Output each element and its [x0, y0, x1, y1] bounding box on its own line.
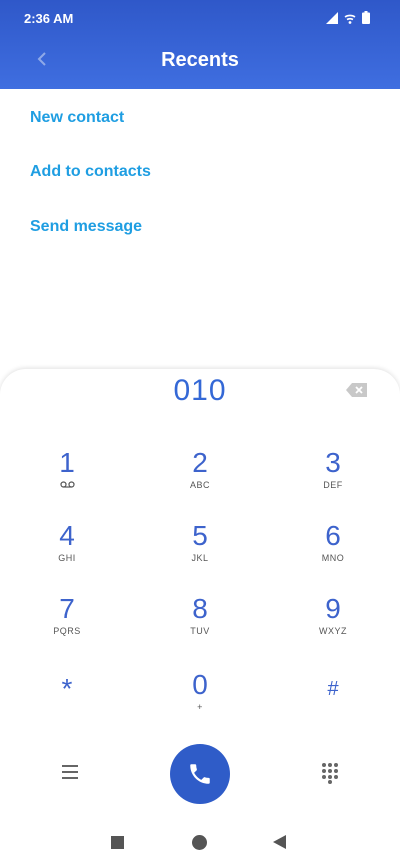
status-time: 2:36 AM — [24, 11, 74, 26]
key-digit: 2 — [192, 447, 208, 478]
key-digit: 5 — [192, 520, 208, 551]
dialed-number: 010 — [173, 374, 227, 407]
key-letters: TUV — [190, 626, 210, 636]
key-3[interactable]: 3 DEF — [283, 448, 383, 508]
key-9[interactable]: 9 WXYZ — [283, 594, 383, 654]
backspace-button[interactable] — [345, 382, 369, 398]
add-to-contacts-action[interactable]: Add to contacts — [30, 163, 151, 181]
key-4[interactable]: 4 GHI — [17, 521, 117, 581]
key-7[interactable]: 7 PQRS — [17, 594, 117, 654]
key-letters: WXYZ — [319, 626, 347, 636]
key-letters — [17, 480, 117, 490]
status-bar: 2:36 AM — [0, 0, 400, 36]
triangle-back-icon[interactable] — [273, 835, 286, 849]
cellular-signal-icon — [326, 12, 338, 24]
menu-button[interactable] — [58, 762, 82, 782]
key-letters: GHI — [58, 553, 76, 563]
send-message-action[interactable]: Send message — [30, 218, 142, 236]
circle-home-icon[interactable] — [192, 835, 207, 850]
key-5[interactable]: 5 JKL — [150, 521, 250, 581]
square-recents-icon[interactable] — [111, 836, 124, 849]
dialpad-grid-icon — [322, 763, 338, 784]
key-2[interactable]: 2 ABC — [150, 448, 250, 508]
key-digit: 9 — [325, 593, 341, 624]
key-digit: 8 — [192, 593, 208, 624]
wifi-icon — [344, 14, 356, 24]
key-digit: 1 — [59, 447, 75, 478]
key-6[interactable]: 6 MNO — [283, 521, 383, 581]
new-contact-action[interactable]: New contact — [30, 109, 124, 127]
key-star[interactable]: * — [17, 674, 117, 734]
key-letters: JKL — [191, 553, 209, 563]
key-1[interactable]: 1 — [17, 448, 117, 508]
key-digit: # — [327, 678, 339, 700]
key-digit: 3 — [325, 447, 341, 478]
phone-icon — [190, 764, 210, 784]
page-title: Recents — [161, 49, 239, 71]
dialpad-toggle-button[interactable] — [318, 762, 342, 784]
status-icons — [326, 11, 370, 24]
voicemail-icon — [59, 481, 75, 488]
key-letters: ABC — [189, 480, 210, 490]
battery-icon — [362, 11, 370, 24]
key-digit: 0 — [192, 669, 208, 700]
key-letters: PQRS — [53, 626, 81, 636]
key-letters: DEF — [323, 480, 343, 490]
key-digit: 7 — [59, 593, 75, 624]
hamburger-menu-icon — [62, 765, 78, 779]
key-digit: 4 — [59, 520, 75, 551]
key-hash[interactable]: # — [283, 674, 383, 734]
key-letters: MNO — [321, 553, 345, 563]
key-8[interactable]: 8 TUV — [150, 594, 250, 654]
app-header: 2:36 AM Recents — [0, 0, 400, 89]
backspace-icon — [346, 383, 367, 397]
key-digit: 6 — [325, 520, 341, 551]
key-0[interactable]: 0 + — [150, 670, 250, 730]
key-letters: + — [197, 702, 203, 712]
call-button[interactable] — [170, 744, 230, 804]
key-digit: * — [61, 673, 73, 704]
